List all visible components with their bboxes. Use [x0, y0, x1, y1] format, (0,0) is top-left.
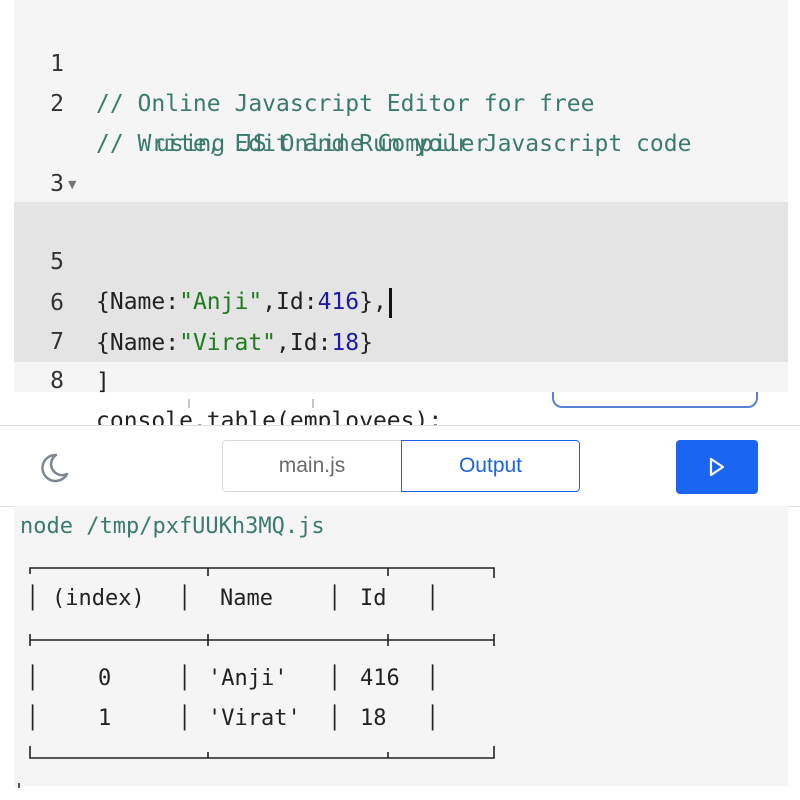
table-pipe: │	[178, 706, 192, 731]
tab-output[interactable]: Output	[401, 440, 580, 492]
tab-main-js[interactable]: main.js	[222, 440, 402, 492]
table-cell-id: 18	[360, 706, 387, 731]
table-header-name: Name	[220, 586, 273, 611]
table-cell-name: 'Virat'	[208, 706, 301, 731]
table-header-index: (index)	[52, 586, 145, 611]
table-pipe: │	[328, 706, 342, 731]
table-pipe: │	[26, 706, 40, 731]
table-header-id: Id	[360, 586, 387, 611]
fold-arrow-icon[interactable]: ▼	[68, 165, 76, 205]
table-pipe: │	[328, 666, 342, 691]
play-icon	[709, 457, 725, 477]
run-button[interactable]	[676, 440, 758, 494]
table-pipe: │	[26, 666, 40, 691]
moon-icon[interactable]	[36, 450, 72, 486]
table-cell-index: 0	[98, 666, 112, 691]
line-number: 8	[50, 368, 64, 394]
table-pipe: │	[426, 586, 440, 611]
table-pipe: │	[26, 586, 40, 611]
table-pipe: │	[178, 586, 192, 611]
table-pipe: │	[178, 666, 192, 691]
scroll-tick	[188, 399, 190, 408]
table-cell-index: 1	[98, 706, 112, 731]
table-pipe: │	[328, 586, 342, 611]
divider-dot	[18, 783, 20, 788]
scroll-tick	[312, 399, 314, 408]
table-cell-id: 416	[360, 666, 400, 691]
editor-scrollbar-thumb[interactable]	[552, 392, 758, 408]
output-console: node /tmp/pxfUUKh3MQ.js │ (index) │ Name	[14, 506, 788, 786]
command-line: node /tmp/pxfUUKh3MQ.js	[20, 514, 325, 539]
toolbar: main.js Output	[0, 425, 800, 507]
code-editor[interactable]: 1 // Online Javascript Editor for free 2…	[14, 0, 788, 434]
table-pipe: │	[426, 666, 440, 691]
table-cell-name: 'Anji'	[208, 666, 288, 691]
table-pipe: │	[426, 706, 440, 731]
